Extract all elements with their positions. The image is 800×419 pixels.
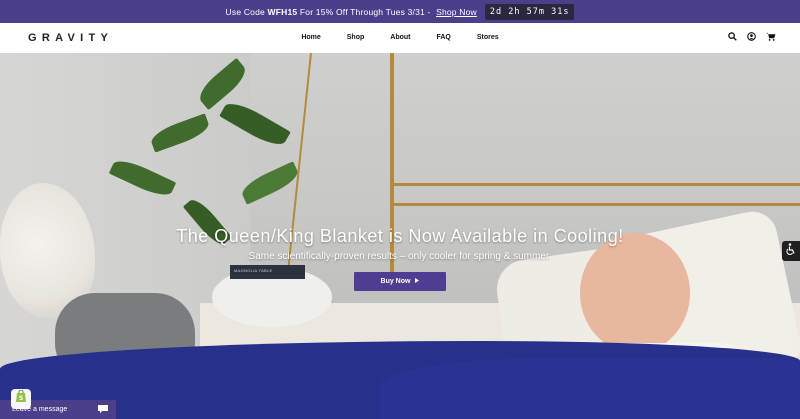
hero-title: The Queen/King Blanket is Now Available … <box>176 226 624 246</box>
buy-now-button[interactable]: Buy Now <box>354 272 446 291</box>
main-nav: Home Shop About FAQ Stores <box>0 34 800 41</box>
promo-code: WFH15 <box>267 6 298 17</box>
nav-about[interactable]: About <box>390 34 410 41</box>
caret-right-icon <box>415 278 420 285</box>
announcement-prefix: Use Code <box>225 6 265 17</box>
accessibility-button[interactable] <box>782 241 800 261</box>
shopify-badge[interactable]: S <box>11 389 31 409</box>
header-icons <box>728 32 776 41</box>
announcement-suffix: For 15% Off Through Tues 3/31 - <box>299 6 431 17</box>
nav-faq[interactable]: FAQ <box>436 34 450 41</box>
accessibility-icon <box>786 242 796 260</box>
svg-text:S: S <box>19 395 23 402</box>
countdown-timer: 2d 2h 57m 31s <box>484 3 575 20</box>
chat-bubble-icon <box>98 405 108 416</box>
shopify-bag-icon: S <box>15 389 27 408</box>
announcement-bar: Use Code WFH15 For 15% Off Through Tues … <box>0 0 800 23</box>
nav-home[interactable]: Home <box>301 34 320 41</box>
hero-subtitle: Same scientifically-proven results – onl… <box>248 251 552 262</box>
account-icon[interactable] <box>747 32 756 41</box>
shop-now-link[interactable]: Shop Now <box>436 7 477 17</box>
announcement-message: Use Code WFH15 For 15% Off Through Tues … <box>226 7 477 17</box>
blue-blanket-fold <box>380 358 800 419</box>
site-header: GRAVITY Home Shop About FAQ Stores <box>0 23 800 53</box>
books: MAGNOLIA TABLE <box>230 265 305 279</box>
buy-now-label: Buy Now <box>380 278 411 285</box>
search-icon[interactable] <box>728 32 737 41</box>
cart-icon[interactable] <box>766 32 776 41</box>
hero-banner: MAGNOLIA TABLE The Queen/King Blanket is… <box>0 53 800 419</box>
nav-stores[interactable]: Stores <box>477 34 499 41</box>
nav-shop[interactable]: Shop <box>347 34 365 41</box>
